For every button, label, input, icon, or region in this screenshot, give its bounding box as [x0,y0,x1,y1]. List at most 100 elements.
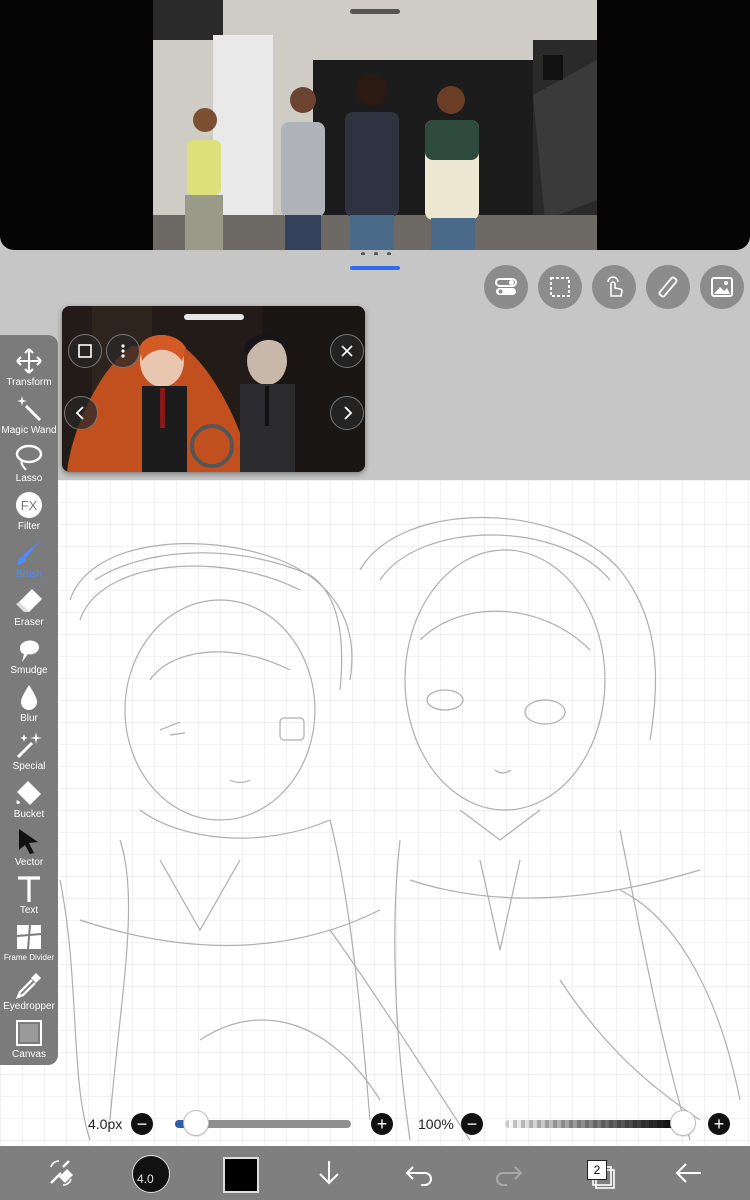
tool-label: Canvas [12,1049,46,1060]
opacity-increase-button[interactable]: + [708,1113,730,1135]
tool-lasso[interactable]: Lasso [0,440,58,487]
tool-label: Filter [17,521,41,532]
undo-button[interactable] [400,1154,438,1192]
close-icon [341,345,353,357]
image-icon [711,277,733,297]
smudge-icon [20,640,40,662]
filter-fx-icon: FX [16,492,42,518]
tool-blur[interactable]: Blur [0,680,58,727]
tool-magic-wand[interactable]: Magic Wand [0,392,58,439]
tool-label: Lasso [15,473,43,484]
tool-label: Smudge [10,665,48,676]
reference-window[interactable] [62,306,365,472]
toggle-button[interactable] [484,265,528,309]
video-pane [0,0,750,250]
tool-special[interactable]: Special [0,728,58,775]
minus-icon: − [466,1114,478,1134]
tool-text[interactable]: Text [0,872,58,919]
layer-count: 2 [587,1160,607,1180]
toggle-icon [495,278,517,295]
arrow-down-icon [319,1161,339,1185]
canvas-icon [16,1020,42,1046]
brush-size-label: 4.0px [88,1116,123,1132]
chevron-right-icon [344,406,353,420]
tool-transform[interactable]: Transform [0,344,58,391]
slider-row: 4.0px − + 100% − + [0,1106,750,1142]
top-tool-row [484,265,744,309]
tool-vector[interactable]: Vector [0,824,58,871]
undo-icon [405,1166,432,1186]
current-color-swatch[interactable] [223,1157,259,1193]
eyedropper-icon [15,973,41,1000]
drawing-canvas[interactable] [0,480,750,1146]
brush-eraser-swap-icon [50,1160,73,1186]
gesture-button[interactable] [592,265,636,309]
reference-close-button[interactable] [330,334,364,368]
chevron-left-icon [75,406,84,420]
image-button[interactable] [700,265,744,309]
ruler-icon [658,276,678,298]
minus-icon: − [136,1114,148,1134]
tool-smudge[interactable]: Smudge [0,632,58,679]
tool-label: Blur [20,713,38,724]
tool-frame-divider[interactable]: Frame Divider [0,920,58,967]
tool-sidebar: Transform Magic Wand Lasso FX Filter Bru… [0,335,58,1065]
transform-icon [16,348,42,374]
tool-filter[interactable]: FX Filter [0,488,58,535]
selection-button[interactable] [538,265,582,309]
size-slider-thumb[interactable] [183,1111,208,1135]
frame-divider-icon [16,924,42,950]
size-increase-button[interactable]: + [371,1113,393,1135]
tool-label: Magic Wand [1,425,57,436]
eraser-icon [16,589,42,612]
plus-icon: + [376,1114,388,1134]
text-icon [18,876,40,902]
plus-icon: + [713,1114,725,1134]
bottom-bar [0,1146,750,1200]
special-icon [16,732,42,759]
back-button[interactable] [670,1154,708,1192]
opacity-slider-thumb[interactable] [671,1111,695,1135]
tool-label: Bucket [13,809,45,820]
tool-label: Eyedropper [3,1001,55,1012]
tool-label: Brush [15,569,43,580]
lasso-icon [15,444,43,471]
split-view-indicator [350,266,400,270]
redo-icon [496,1166,523,1186]
download-button[interactable] [310,1154,348,1192]
video-scene-image [153,0,597,250]
opacity-decrease-button[interactable]: − [461,1113,483,1135]
tool-brush[interactable]: Brush [0,536,58,583]
tool-bucket[interactable]: Bucket [0,776,58,823]
arrow-left-icon [675,1163,701,1183]
ruler-button[interactable] [646,265,690,309]
reference-menu-button[interactable] [106,334,140,368]
reference-fit-button[interactable] [68,334,102,368]
touch-gesture-icon [607,276,623,297]
video-drag-handle[interactable] [350,9,400,14]
tool-eyedropper[interactable]: Eyedropper [0,968,58,1015]
reference-image [62,306,365,472]
vector-cursor-icon [19,829,38,854]
blur-drop-icon [21,685,37,710]
tool-label: Text [19,905,39,916]
opacity-gradient [505,1120,683,1128]
tool-label: Frame Divider [3,953,55,962]
brush-swap-button[interactable] [42,1154,80,1192]
tool-canvas[interactable]: Canvas [0,1016,58,1063]
reference-drag-handle[interactable] [184,314,244,320]
opacity-label: 100% [418,1116,454,1132]
svg-text:FX: FX [21,498,38,513]
video-frame [153,0,597,250]
more-vertical-icon [121,344,125,358]
opacity-slider-track[interactable] [505,1120,683,1128]
magic-wand-icon [17,396,42,422]
reference-next-button[interactable] [330,396,364,430]
redo-button[interactable] [490,1154,528,1192]
sketch-strokes [59,517,741,1141]
reference-prev-button[interactable] [64,396,98,430]
tool-label: Special [12,761,46,772]
size-decrease-button[interactable]: − [131,1113,153,1135]
brush-size-value: 4.0 [137,1172,154,1186]
tool-eraser[interactable]: Eraser [0,584,58,631]
